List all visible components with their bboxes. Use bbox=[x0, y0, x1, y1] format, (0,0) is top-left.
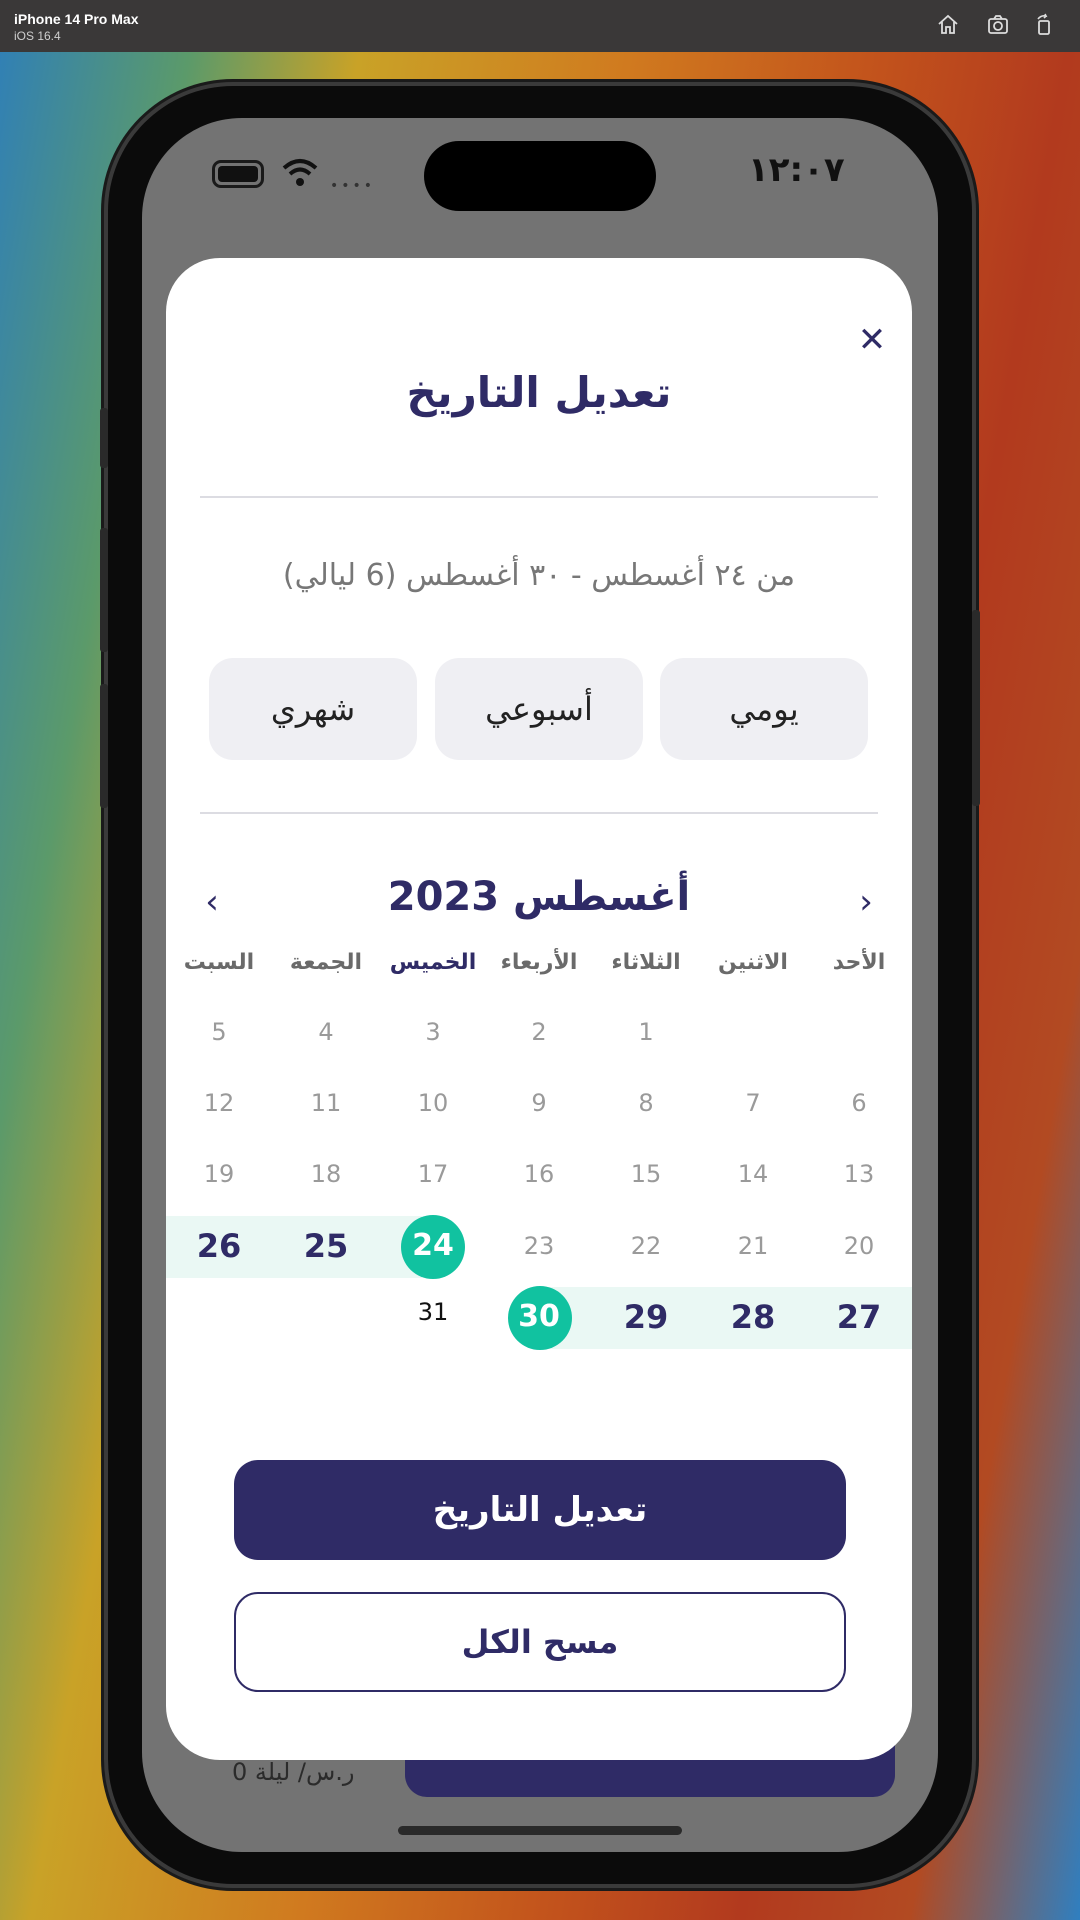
day-26[interactable]: 26 bbox=[166, 1226, 272, 1266]
day-9[interactable]: 9 bbox=[486, 1083, 592, 1123]
day-21[interactable]: 21 bbox=[700, 1226, 806, 1266]
home-icon[interactable] bbox=[936, 13, 960, 37]
rotate-icon[interactable] bbox=[1032, 13, 1056, 37]
day-31[interactable]: 31 bbox=[380, 1292, 486, 1332]
day-15[interactable]: 15 bbox=[593, 1154, 699, 1194]
segment-monthly[interactable]: شهري bbox=[209, 658, 417, 760]
simulator-device-name: iPhone 14 Pro Max bbox=[14, 11, 139, 27]
day-7[interactable]: 7 bbox=[700, 1083, 806, 1123]
date-range-summary: من ٢٤ أغسطس - ٣٠ أغسطس (6 ليالي) bbox=[282, 558, 796, 593]
day-6[interactable]: 6 bbox=[806, 1083, 912, 1123]
close-icon[interactable]: ✕ bbox=[852, 320, 892, 360]
edit-date-modal: ✕ تعديل التاريخ من ٢٤ أغسطس - ٣٠ أغسطس (… bbox=[166, 258, 912, 1760]
segment-weekly[interactable]: أسبوعي bbox=[435, 658, 643, 760]
status-time: ١٢:٠٧ bbox=[748, 150, 845, 190]
home-indicator[interactable] bbox=[398, 1826, 682, 1835]
screenshot-icon[interactable] bbox=[986, 13, 1010, 37]
day-29[interactable]: 29 bbox=[593, 1297, 699, 1337]
day-1[interactable]: 1 bbox=[593, 1012, 699, 1052]
volume-up-button bbox=[100, 528, 108, 652]
day-23[interactable]: 23 bbox=[486, 1226, 592, 1266]
day-14[interactable]: 14 bbox=[700, 1154, 806, 1194]
day-22[interactable]: 22 bbox=[593, 1226, 699, 1266]
day-12[interactable]: 12 bbox=[166, 1083, 272, 1123]
clear-all-button[interactable]: مسح الكل bbox=[234, 1592, 846, 1692]
day-25[interactable]: 25 bbox=[273, 1226, 379, 1266]
day-27[interactable]: 27 bbox=[806, 1297, 912, 1337]
day-18[interactable]: 18 bbox=[273, 1154, 379, 1194]
wifi-icon bbox=[282, 159, 318, 186]
segment-daily[interactable]: يومي bbox=[660, 658, 868, 760]
weekday-thursday: الخميس bbox=[389, 950, 477, 975]
weekday-sunday: الأحد bbox=[832, 950, 886, 975]
day-5[interactable]: 5 bbox=[166, 1012, 272, 1052]
weekday-monday: الاثنين bbox=[718, 950, 788, 975]
edit-date-button[interactable]: تعديل التاريخ bbox=[234, 1460, 846, 1560]
silent-switch bbox=[100, 408, 108, 468]
day-10[interactable]: 10 bbox=[380, 1083, 486, 1123]
divider bbox=[200, 496, 878, 498]
simulator-toolbar: iPhone 14 Pro Max iOS 16.4 bbox=[0, 0, 1080, 52]
calendar-month-title: أغسطس 2023 bbox=[387, 874, 691, 920]
divider bbox=[200, 812, 878, 814]
day-4[interactable]: 4 bbox=[273, 1012, 379, 1052]
day-3[interactable]: 3 bbox=[380, 1012, 486, 1052]
day-13[interactable]: 13 bbox=[806, 1154, 912, 1194]
weekday-saturday: السبت bbox=[183, 950, 255, 975]
day-19[interactable]: 19 bbox=[166, 1154, 272, 1194]
day-17[interactable]: 17 bbox=[380, 1154, 486, 1194]
day-2[interactable]: 2 bbox=[486, 1012, 592, 1052]
day-24-range-start[interactable]: 24 bbox=[380, 1226, 486, 1266]
day-20[interactable]: 20 bbox=[806, 1226, 912, 1266]
day-16[interactable]: 16 bbox=[486, 1154, 592, 1194]
day-28[interactable]: 28 bbox=[700, 1297, 806, 1337]
weekday-friday: الجمعة bbox=[289, 950, 363, 975]
chevron-left-icon[interactable]: ‹ bbox=[192, 880, 232, 924]
signal-icon: •••• bbox=[330, 178, 376, 194]
modal-title: تعديل التاريخ bbox=[406, 368, 672, 417]
battery-icon bbox=[212, 160, 264, 188]
price-per-night: 0 ر.س/ ليلة bbox=[232, 1758, 355, 1786]
day-8[interactable]: 8 bbox=[593, 1083, 699, 1123]
weekday-tuesday: الثلاثاء bbox=[611, 950, 681, 975]
day-30-range-end[interactable]: 30 bbox=[486, 1297, 592, 1337]
dynamic-island bbox=[424, 141, 656, 211]
day-11[interactable]: 11 bbox=[273, 1083, 379, 1123]
volume-down-button bbox=[100, 684, 108, 808]
power-button bbox=[972, 610, 980, 806]
simulator-os-version: iOS 16.4 bbox=[14, 29, 61, 43]
weekday-wednesday: الأربعاء bbox=[500, 950, 578, 975]
